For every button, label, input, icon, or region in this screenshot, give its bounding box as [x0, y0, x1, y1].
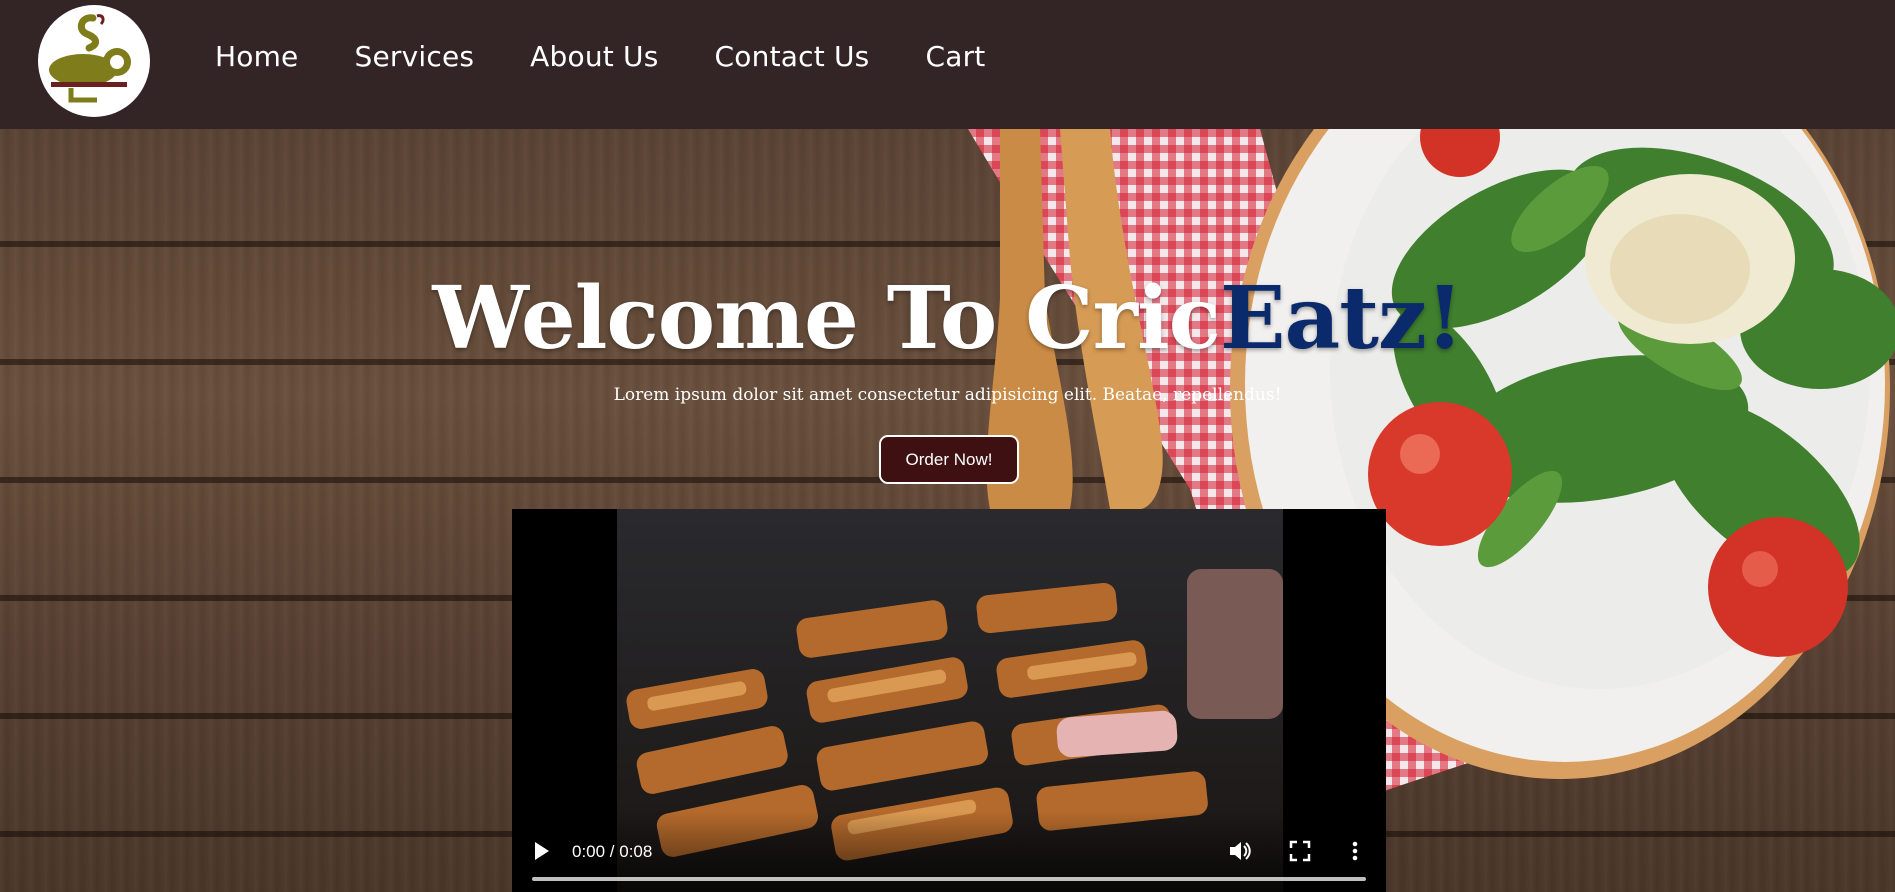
nav-home-link[interactable]: Home — [215, 40, 299, 73]
hero-subtitle: Lorem ipsum dolor sit amet consectetur a… — [613, 385, 1282, 405]
more-vert-icon[interactable] — [1349, 839, 1361, 863]
nav-contact-link[interactable]: Contact Us — [715, 40, 870, 73]
hero-section: Welcome To CricEatz! Lorem ipsum dolor s… — [0, 129, 1895, 892]
nav-cart-link[interactable]: Cart — [925, 40, 985, 73]
video-controls: 0:00 / 0:08 — [512, 812, 1386, 892]
video-progress-bar[interactable] — [532, 877, 1366, 881]
hero-title: Welcome To CricEatz! — [0, 269, 1895, 369]
volume-icon[interactable] — [1227, 838, 1253, 864]
fullscreen-icon[interactable] — [1288, 839, 1312, 863]
video-time: 0:00 / 0:08 — [572, 842, 653, 861]
hero-title-accent: Eatz! — [1219, 268, 1464, 369]
nav-services-link[interactable]: Services — [355, 40, 475, 73]
navbar: Home Services About Us Contact Us Cart — [0, 0, 1895, 129]
nav-links: Home Services About Us Contact Us Cart — [215, 40, 1041, 73]
nav-about-link[interactable]: About Us — [530, 40, 658, 73]
chef-logo-icon[interactable] — [38, 5, 150, 117]
order-now-button[interactable]: Order Now! — [879, 435, 1019, 484]
video-player[interactable]: 0:00 / 0:08 — [512, 509, 1386, 892]
hero-title-main: Welcome To Cric — [432, 268, 1221, 369]
play-icon[interactable] — [532, 839, 552, 863]
